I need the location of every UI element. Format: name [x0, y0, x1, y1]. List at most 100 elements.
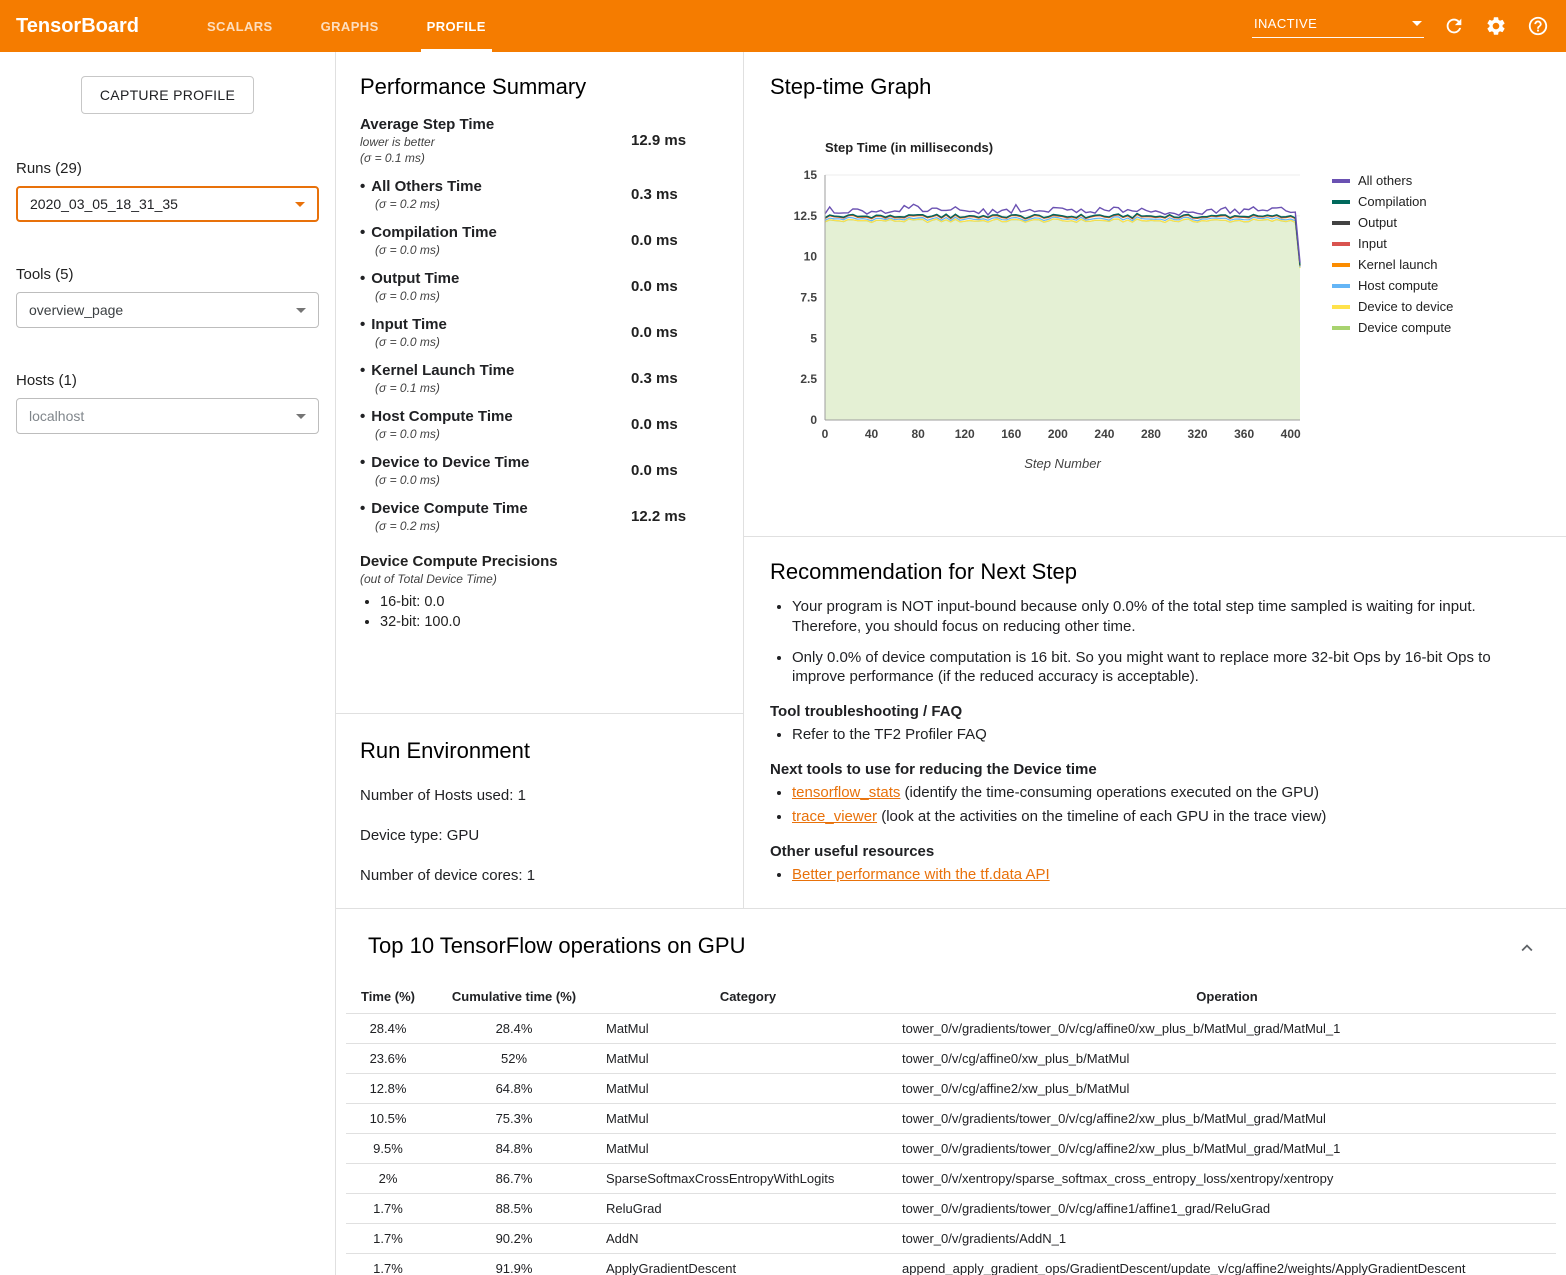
- metric-row-3: •Input Time(σ = 0.0 ms)0.0 ms: [360, 316, 719, 349]
- step-time-graph-card: Step-time Graph Step Time (in millisecon…: [744, 52, 1566, 537]
- refresh-icon[interactable]: [1442, 14, 1466, 38]
- metric-sigma: (σ = 0.0 ms): [375, 243, 631, 257]
- table-cell: MatMul: [598, 1014, 898, 1044]
- precisions-title: Device Compute Precisions: [360, 553, 719, 570]
- svg-text:0: 0: [810, 413, 817, 427]
- recommendation-bullet: Your program is NOT input-bound because …: [792, 597, 1540, 637]
- table-cell: MatMul: [598, 1044, 898, 1074]
- table-cell: tower_0/v/gradients/tower_0/v/cg/affine1…: [898, 1194, 1556, 1224]
- tab-profile[interactable]: PROFILE: [403, 0, 510, 52]
- metric-name: •Device Compute Time: [360, 500, 631, 517]
- run-environment-lines: Number of Hosts used: 1Device type: GPUN…: [360, 787, 719, 884]
- metric-sigma: (σ = 0.0 ms): [375, 473, 631, 487]
- table-cell: tower_0/v/gradients/tower_0/v/cg/affine2…: [898, 1104, 1556, 1134]
- recommendation-heading: Other useful resources: [770, 843, 1540, 860]
- link-trace-viewer[interactable]: trace_viewer: [792, 808, 877, 825]
- chart-legend: All othersCompilationOutputInputKernel l…: [1332, 170, 1453, 480]
- table-cell: tower_0/v/gradients/tower_0/v/cg/affine2…: [898, 1134, 1556, 1164]
- metric-value: 0.0 ms: [631, 232, 719, 249]
- table-row: 10.5%75.3%MatMultower_0/v/gradients/towe…: [346, 1104, 1556, 1134]
- runs-value: 2020_03_05_18_31_35: [30, 196, 178, 212]
- header-controls: INACTIVE: [1252, 0, 1566, 52]
- metric-sigma: (σ = 0.0 ms): [375, 289, 631, 303]
- svg-text:360: 360: [1234, 427, 1254, 441]
- metric-value: 12.2 ms: [631, 508, 719, 525]
- top-ops-title: Top 10 TensorFlow operations on GPU: [368, 933, 745, 959]
- metric-sigma: (σ = 0.0 ms): [375, 335, 631, 349]
- table-cell: 52%: [430, 1044, 598, 1074]
- table-cell: MatMul: [598, 1104, 898, 1134]
- collapse-icon[interactable]: [1516, 937, 1538, 964]
- gear-icon[interactable]: [1484, 14, 1508, 38]
- recommendation-item: Better performance with the tf.data API: [792, 865, 1540, 885]
- metric-sigma: (σ = 0.0 ms): [375, 427, 631, 441]
- runs-dropdown[interactable]: 2020_03_05_18_31_35: [16, 186, 319, 222]
- svg-text:320: 320: [1188, 427, 1208, 441]
- link-better-performance-with-the-tf-data-api[interactable]: Better performance with the tf.data API: [792, 866, 1050, 883]
- capture-profile-button[interactable]: CAPTURE PROFILE: [81, 76, 254, 114]
- svg-text:10: 10: [804, 250, 818, 264]
- metric-value: 0.3 ms: [631, 186, 719, 203]
- sidebar: CAPTURE PROFILE Runs (29) 2020_03_05_18_…: [0, 52, 335, 1275]
- metric-name: Average Step Time: [360, 116, 631, 133]
- device-compute-precisions: Device Compute Precisions (out of Total …: [360, 553, 719, 630]
- table-row: 2%86.7%SparseSoftmaxCrossEntropyWithLogi…: [346, 1164, 1556, 1194]
- metric-row-2: •Output Time (σ = 0.0 ms)0.0 ms: [360, 270, 719, 303]
- legend-input: Input: [1332, 233, 1453, 254]
- table-cell: 12.8%: [346, 1074, 430, 1104]
- status-value: INACTIVE: [1254, 16, 1317, 31]
- legend-device-to-device: Device to device: [1332, 296, 1453, 317]
- metric-value: 0.0 ms: [631, 278, 719, 295]
- svg-text:12.5: 12.5: [794, 209, 818, 223]
- metric-row-1: •Compilation Time (σ = 0.0 ms)0.0 ms: [360, 224, 719, 257]
- hosts-label: Hosts (1): [16, 372, 319, 389]
- table-cell: 10.5%: [346, 1104, 430, 1134]
- link-tensorflow-stats[interactable]: tensorflow_stats: [792, 784, 900, 801]
- table-cell: 2%: [346, 1164, 430, 1194]
- metric-name: •All Others Time: [360, 178, 631, 195]
- recommendation-bullet: Only 0.0% of device computation is 16 bi…: [792, 648, 1540, 688]
- svg-text:200: 200: [1048, 427, 1068, 441]
- top-app-bar: TensorBoard SCALARSGRAPHSPROFILE INACTIV…: [0, 0, 1566, 52]
- svg-text:280: 280: [1141, 427, 1161, 441]
- table-cell: MatMul: [598, 1134, 898, 1164]
- metric-name: •Host Compute Time: [360, 408, 631, 425]
- status-dropdown[interactable]: INACTIVE: [1252, 14, 1424, 38]
- metric-name: •Output Time: [360, 270, 631, 287]
- chevron-down-icon: [296, 308, 306, 313]
- column-header: Cumulative time (%): [430, 982, 598, 1014]
- svg-text:2.5: 2.5: [800, 372, 817, 386]
- column-header: Time (%): [346, 982, 430, 1014]
- metric-sigma: (σ = 0.1 ms): [360, 151, 631, 165]
- help-icon[interactable]: [1526, 14, 1550, 38]
- metric-average-step-time: Average Step Time lower is better (σ = 0…: [360, 116, 719, 165]
- metric-list: •All Others Time (σ = 0.2 ms) 0.3 ms •Compi…: [360, 178, 719, 533]
- metric-sigma: (σ = 0.2 ms): [375, 519, 631, 533]
- tab-scalars[interactable]: SCALARS: [183, 0, 297, 52]
- hosts-dropdown[interactable]: localhost: [16, 398, 319, 434]
- table-cell: tower_0/v/cg/affine2/xw_plus_b/MatMul: [898, 1074, 1556, 1104]
- table-cell: 1.7%: [346, 1254, 430, 1275]
- tab-graphs[interactable]: GRAPHS: [297, 0, 403, 52]
- recommendation-item: Refer to the TF2 Profiler FAQ: [792, 725, 1540, 745]
- env-line: Device type: GPU: [360, 827, 719, 844]
- svg-text:Step Number: Step Number: [1024, 456, 1101, 471]
- table-cell: 28.4%: [430, 1014, 598, 1044]
- metric-note: lower is better: [360, 135, 631, 149]
- main-content: Performance Summary Average Step Time lo…: [335, 52, 1566, 1275]
- tools-dropdown[interactable]: overview_page: [16, 292, 319, 328]
- table-cell: 28.4%: [346, 1014, 430, 1044]
- recommendation-title: Recommendation for Next Step: [770, 559, 1540, 585]
- metric-name: •Compilation Time: [360, 224, 631, 241]
- legend-compilation: Compilation: [1332, 191, 1453, 212]
- table-cell: 75.3%: [430, 1104, 598, 1134]
- legend-host-compute: Host compute: [1332, 275, 1453, 296]
- tools-value: overview_page: [29, 302, 123, 318]
- runs-label: Runs (29): [16, 160, 319, 177]
- legend-output: Output: [1332, 212, 1453, 233]
- table-cell: 86.7%: [430, 1164, 598, 1194]
- table-cell: MatMul: [598, 1074, 898, 1104]
- table-cell: ApplyGradientDescent: [598, 1254, 898, 1275]
- svg-text:160: 160: [1001, 427, 1021, 441]
- recommendation-item: tensorflow_stats (identify the time-cons…: [792, 783, 1540, 803]
